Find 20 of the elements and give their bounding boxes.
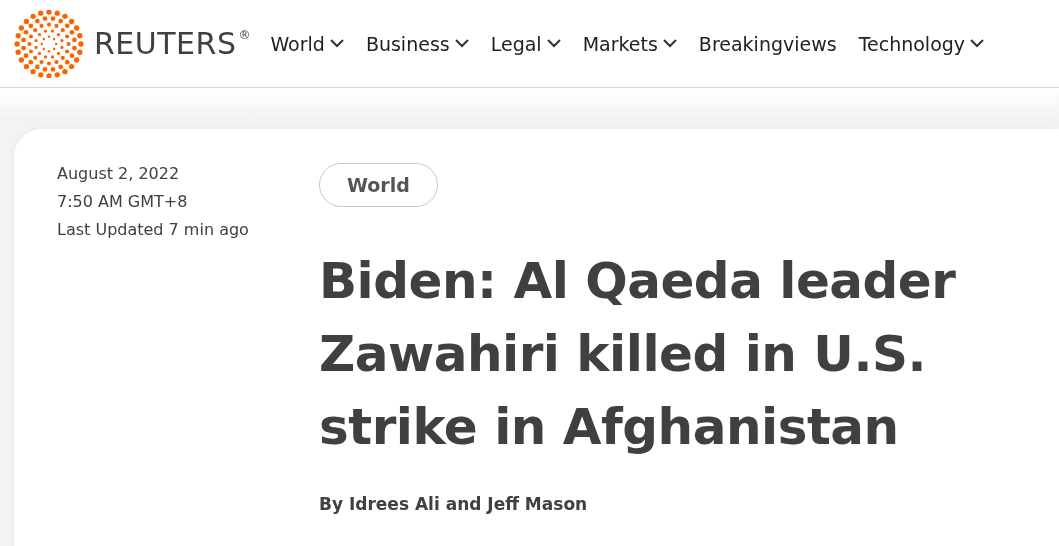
chevron-down-icon bbox=[546, 39, 561, 48]
registered-mark: ® bbox=[238, 27, 251, 42]
last-updated: Last Updated 7 min ago bbox=[57, 219, 250, 241]
nav-link[interactable]: Business bbox=[365, 32, 469, 55]
chevron-down-icon bbox=[454, 39, 469, 48]
logo-wordmark[interactable]: REUTERS bbox=[94, 28, 237, 59]
publish-time: 7:50 AM GMT+8 bbox=[57, 191, 189, 213]
section-tag[interactable]: World bbox=[319, 163, 438, 207]
chevron-down-icon bbox=[970, 39, 985, 48]
chevron-down-icon bbox=[662, 39, 677, 48]
nav-link[interactable]: Technology bbox=[858, 32, 985, 55]
nav-link[interactable]: Legal bbox=[490, 32, 561, 55]
chevron-down-icon bbox=[329, 39, 344, 48]
article-headline: Biden: Al Qaeda leader Zawahiri killed in U.S. strike in Afghanistan bbox=[319, 251, 957, 458]
nav-link[interactable]: Breakingviews bbox=[698, 32, 837, 55]
nav-link[interactable]: Markets bbox=[582, 32, 677, 55]
byline: By Idrees Ali and Jeff Mason bbox=[319, 494, 588, 514]
publish-date: August 2, 2022 bbox=[57, 163, 181, 185]
nav-link[interactable]: World bbox=[270, 32, 344, 55]
dotted-circle-logo-icon bbox=[14, 9, 84, 78]
